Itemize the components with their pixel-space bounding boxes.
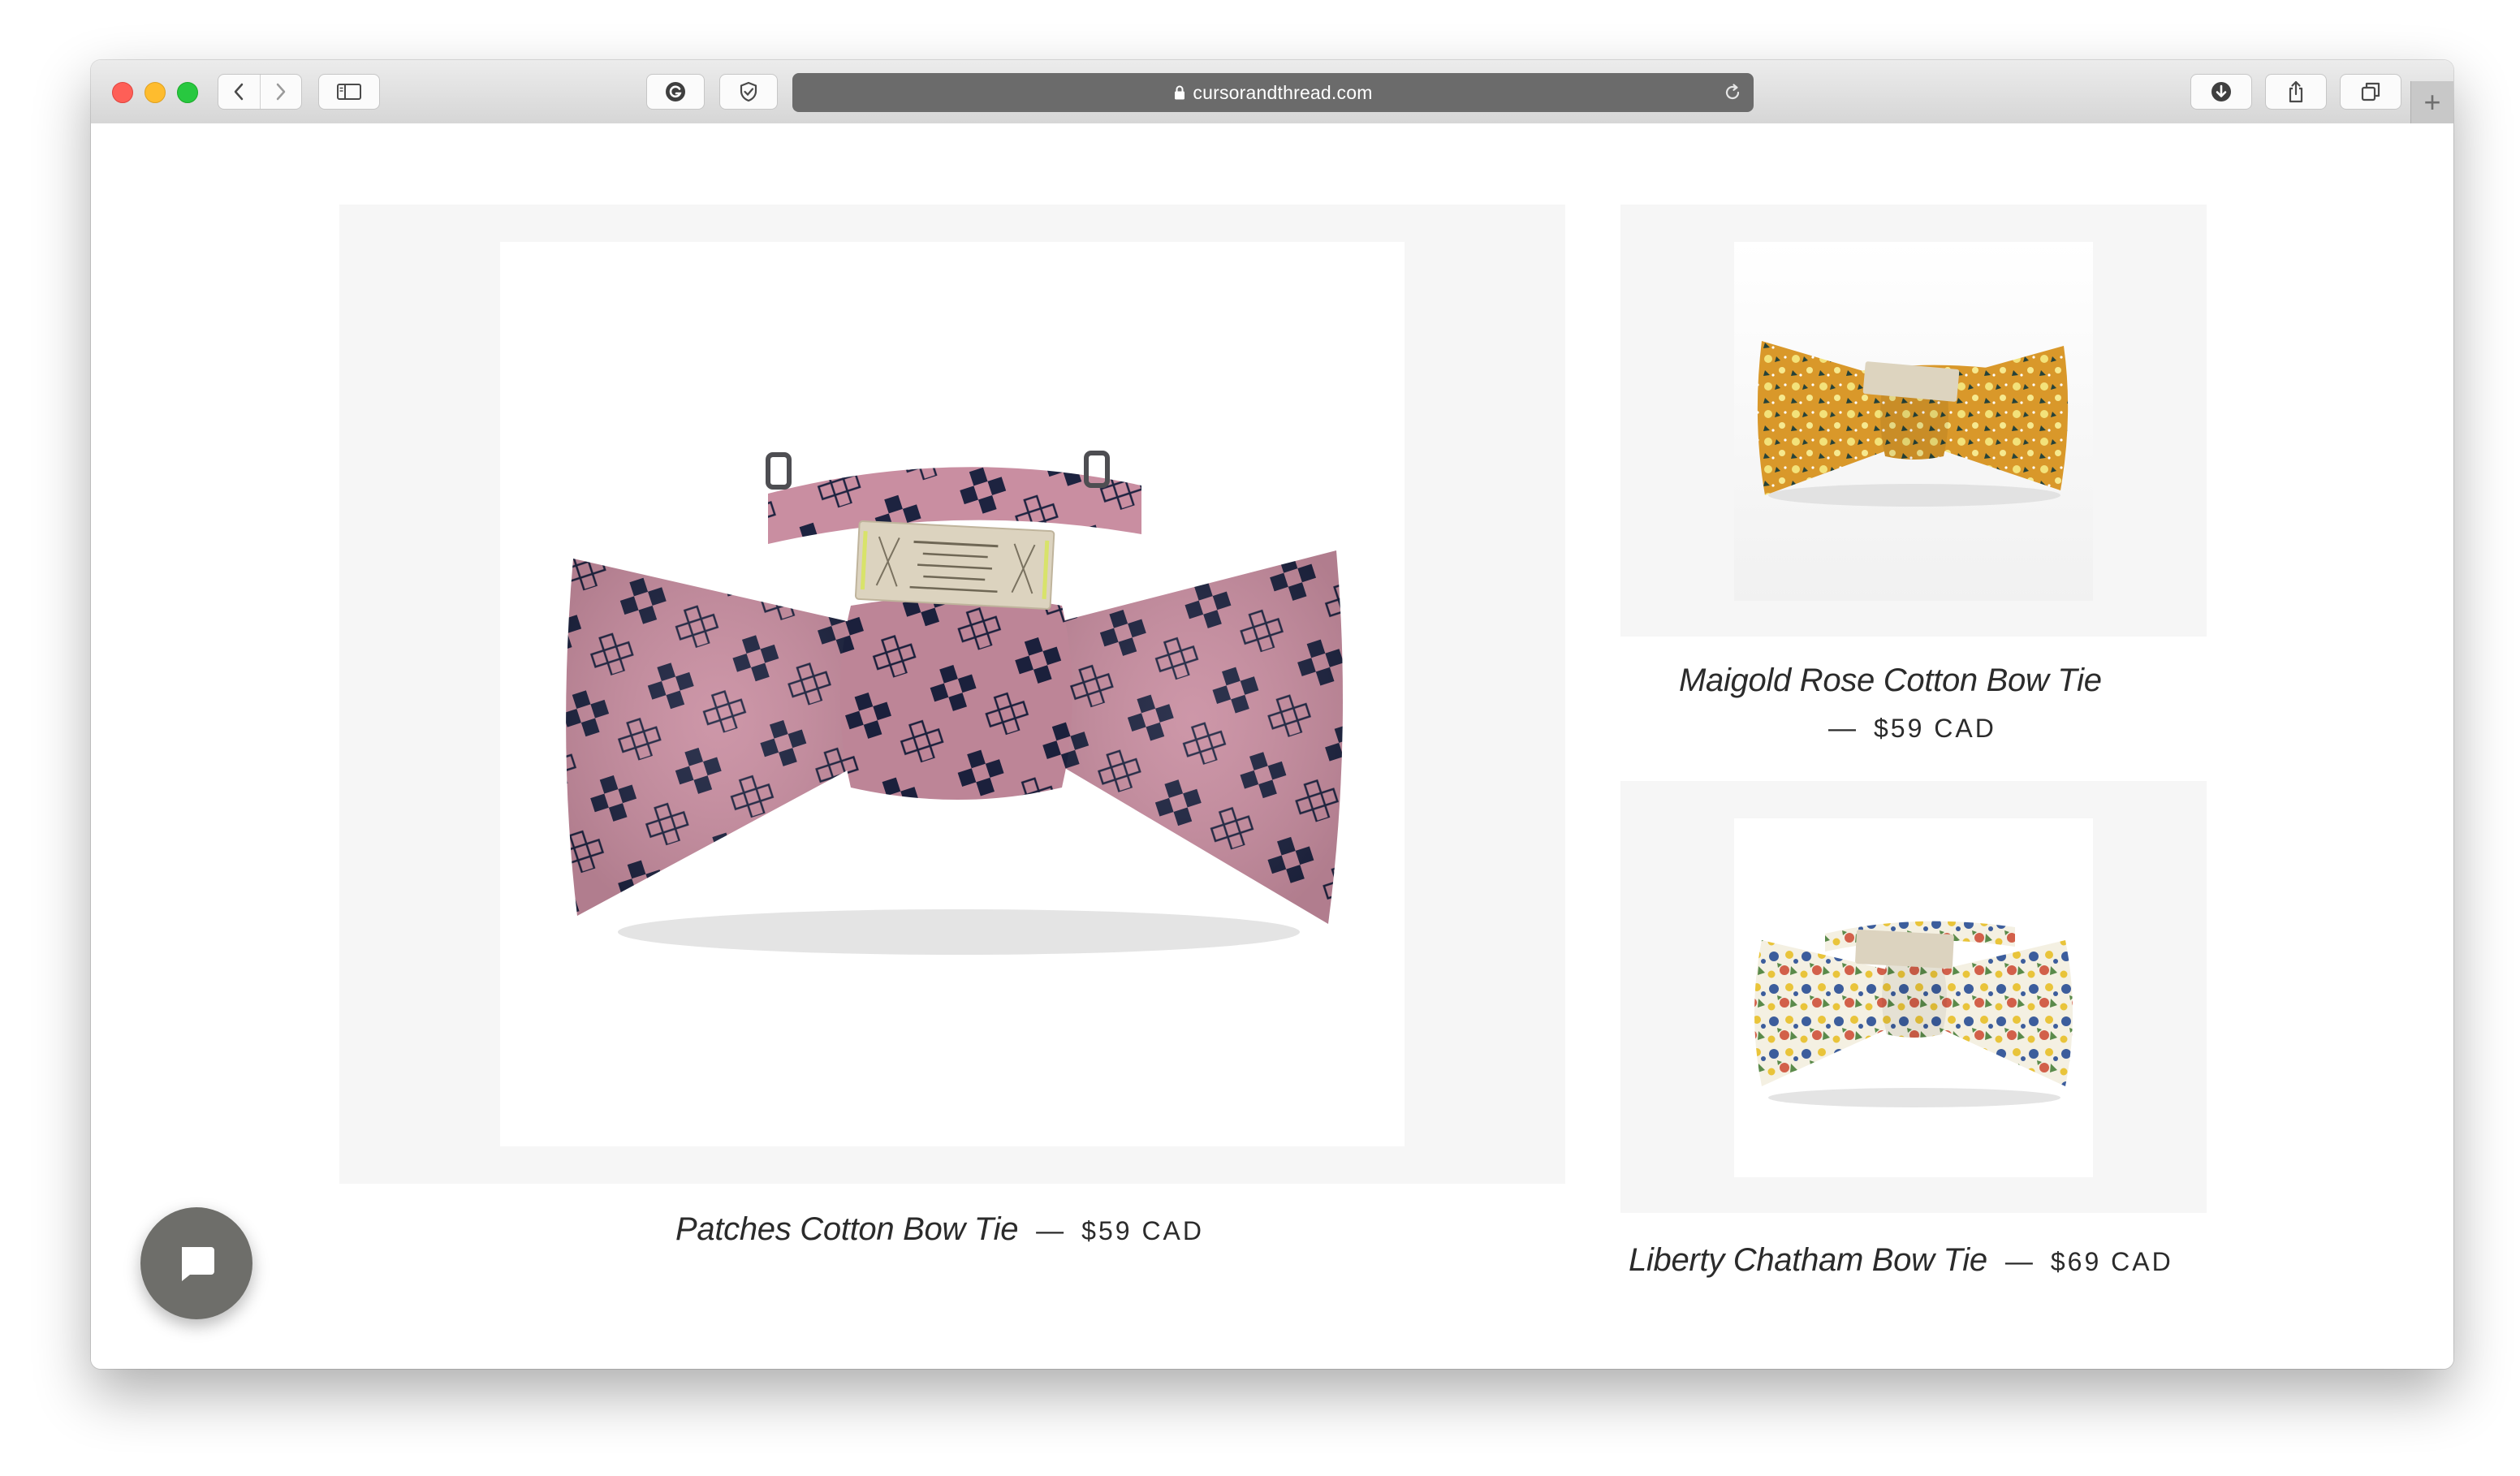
product-card-patches[interactable]	[339, 205, 1565, 1184]
chat-button[interactable]	[140, 1207, 252, 1319]
minimize-window-button[interactable]	[145, 82, 166, 103]
download-icon	[2211, 82, 2231, 101]
mustard-bow-tie-image	[1734, 242, 2093, 601]
close-window-button[interactable]	[112, 82, 133, 103]
product-caption-maigold-price: — $59 CAD	[1828, 713, 1996, 744]
sidebar-toggle-button[interactable]	[318, 74, 380, 110]
tabs-icon	[2361, 82, 2380, 101]
product-caption-maigold-title[interactable]: Maigold Rose Cotton Bow Tie	[1679, 662, 2102, 699]
new-tab-button[interactable]: +	[2410, 81, 2453, 123]
product-image-patches[interactable]	[500, 242, 1405, 1146]
downloads-button[interactable]	[2190, 74, 2252, 110]
product-price: $69 CAD	[2050, 1247, 2173, 1276]
privacy-extension-button[interactable]	[719, 74, 778, 110]
floral-bow-tie-image	[1754, 921, 2073, 1107]
chat-icon	[182, 1247, 214, 1281]
navigation-buttons	[218, 74, 302, 110]
price-separator: —	[2004, 1246, 2033, 1277]
product-price: $59 CAD	[1874, 714, 1996, 743]
grammarly-extension-button[interactable]	[646, 74, 705, 110]
browser-toolbar: cursorandthread.com +	[91, 60, 2453, 124]
zoom-window-button[interactable]	[177, 82, 198, 103]
share-button[interactable]	[2265, 74, 2327, 110]
product-caption-patches[interactable]: Patches Cotton Bow Tie — $59 CAD	[675, 1211, 1204, 1248]
product-card-maigold[interactable]	[1620, 205, 2207, 637]
page-content: Patches Cotton Bow Tie — $59 CAD Maigold…	[91, 123, 2453, 1369]
url-text: cursorandthread.com	[1193, 81, 1373, 103]
reload-icon[interactable]	[1723, 83, 1742, 102]
product-price: $59 CAD	[1081, 1216, 1204, 1245]
product-title[interactable]: Patches Cotton Bow Tie	[675, 1211, 1018, 1248]
product-title[interactable]: Liberty Chatham Bow Tie	[1629, 1242, 1987, 1279]
chevron-right-icon	[276, 83, 285, 101]
back-button[interactable]	[218, 75, 260, 109]
product-title[interactable]: Maigold Rose Cotton Bow Tie	[1679, 662, 2102, 699]
browser-window: cursorandthread.com + Patches Cotton Bow…	[91, 60, 2453, 1369]
lock-icon	[1175, 85, 1185, 100]
forward-button[interactable]	[259, 75, 302, 109]
address-bar[interactable]: cursorandthread.com	[792, 73, 1754, 112]
tab-overview-button[interactable]	[2340, 74, 2401, 110]
sidebar-icon	[337, 84, 361, 100]
price-separator: —	[1036, 1215, 1064, 1246]
product-image-liberty[interactable]	[1734, 818, 2093, 1177]
share-icon	[2289, 80, 2303, 103]
grammarly-icon	[666, 82, 685, 101]
product-image-maigold[interactable]	[1734, 242, 2093, 601]
product-card-liberty[interactable]	[1620, 781, 2207, 1213]
chevron-left-icon	[235, 83, 244, 101]
pink-bow-tie-image	[566, 451, 1343, 955]
product-caption-liberty[interactable]: Liberty Chatham Bow Tie — $69 CAD	[1629, 1242, 2173, 1279]
price-separator: —	[1828, 713, 1856, 744]
shield-icon	[740, 81, 757, 102]
